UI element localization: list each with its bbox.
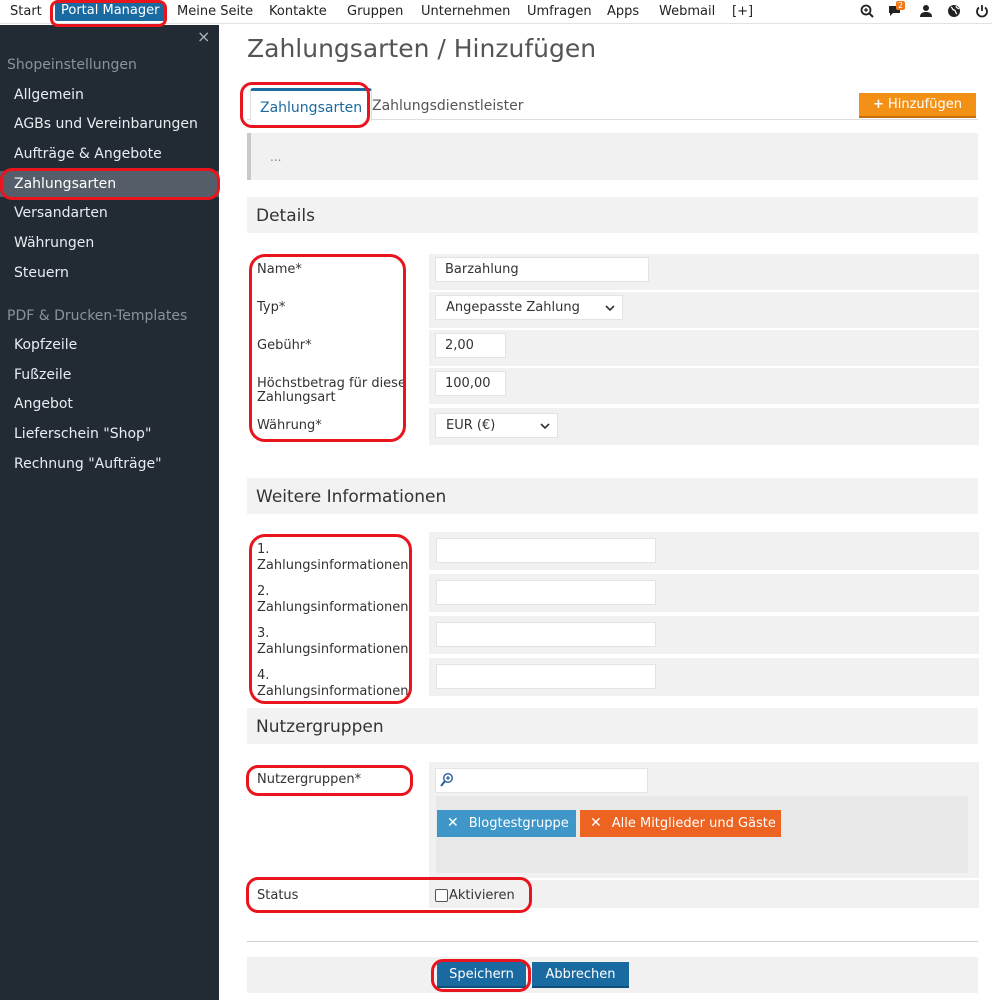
max-label: Höchstbetrag für diese Zahlungsart bbox=[257, 377, 406, 405]
remove-icon[interactable]: ✕ bbox=[447, 815, 459, 831]
info-input-1[interactable] bbox=[436, 538, 656, 563]
sidebar-section-pdf: PDF & Drucken-Templates bbox=[7, 308, 188, 324]
nav-gruppen[interactable]: Gruppen bbox=[347, 4, 403, 19]
activate-label[interactable]: Aktivieren bbox=[449, 889, 515, 903]
tag-blogtestgruppe[interactable]: ✕ Blogtestgruppe bbox=[437, 810, 576, 837]
nav-portal-manager[interactable]: Portal Manager bbox=[55, 2, 166, 21]
info-input-2[interactable] bbox=[436, 580, 656, 605]
save-button[interactable]: Speichern bbox=[437, 962, 526, 988]
sidebar-item-agbs[interactable]: AGBs und Vereinbarungen bbox=[0, 111, 219, 137]
nav-kontakte[interactable]: Kontakte bbox=[269, 4, 327, 19]
remove-icon[interactable]: ✕ bbox=[590, 815, 602, 831]
info-label-3-num: 3. bbox=[257, 626, 270, 641]
search-plus-icon[interactable] bbox=[860, 4, 874, 18]
info-label-4-num: 4. bbox=[257, 668, 270, 683]
info-input-4[interactable] bbox=[436, 664, 656, 689]
info-label-2-text: Zahlungsinformationen bbox=[257, 600, 409, 615]
divider bbox=[247, 941, 978, 942]
nav-umfragen[interactable]: Umfragen bbox=[527, 4, 592, 19]
info-label-4-text: Zahlungsinformationen bbox=[257, 684, 409, 699]
info-label-1-num: 1. bbox=[257, 542, 270, 557]
more-info-heading: Weitere Informationen bbox=[247, 478, 978, 514]
chevron-down-icon bbox=[539, 417, 551, 430]
tab-zahlungsdienstleister[interactable]: Zahlungsdienstleister bbox=[372, 98, 523, 114]
user-groups-search-input[interactable] bbox=[435, 768, 648, 793]
user-groups-heading: Nutzergruppen bbox=[247, 708, 978, 744]
currency-label: Währung* bbox=[257, 418, 322, 433]
nav-unternehmen[interactable]: Unternehmen bbox=[421, 4, 510, 19]
type-label: Typ* bbox=[257, 300, 286, 315]
sidebar-item-auftraege[interactable]: Aufträge & Angebote bbox=[0, 141, 219, 167]
info-label-4: 4. Zahlungsinformationen bbox=[257, 669, 409, 699]
tag-label: Blogtestgruppe bbox=[468, 816, 569, 831]
tag-label: Alle Mitglieder und Gäste bbox=[611, 816, 776, 831]
name-input[interactable]: Barzahlung bbox=[435, 257, 649, 282]
sidebar-section-shop: Shopeinstellungen bbox=[7, 57, 137, 73]
sidebar-item-zahlungsarten[interactable]: Zahlungsarten bbox=[0, 171, 219, 197]
search-plus-icon bbox=[439, 772, 455, 788]
sidebar-item-steuern[interactable]: Steuern bbox=[0, 260, 219, 286]
nav-add[interactable]: [+] bbox=[732, 4, 753, 19]
info-label-1: 1. Zahlungsinformationen bbox=[257, 543, 409, 573]
max-label-line2: Zahlungsart bbox=[257, 390, 336, 405]
nav-apps[interactable]: Apps bbox=[607, 4, 639, 19]
currency-select[interactable]: EUR (€) bbox=[435, 413, 558, 438]
sidebar-item-angebot[interactable]: Angebot bbox=[0, 391, 219, 417]
power-icon[interactable] bbox=[975, 4, 989, 18]
type-select-value: Angepasste Zahlung bbox=[446, 300, 580, 315]
user-groups-heading-text: Nutzergruppen bbox=[256, 717, 384, 737]
row-max bbox=[429, 368, 979, 404]
nav-start[interactable]: Start bbox=[10, 4, 42, 19]
user-groups-label: Nutzergruppen* bbox=[257, 772, 362, 787]
sidebar-item-lieferschein[interactable]: Lieferschein "Shop" bbox=[0, 421, 219, 447]
tab-zahlungsarten[interactable]: Zahlungsarten bbox=[250, 88, 373, 121]
type-select[interactable]: Angepasste Zahlung bbox=[435, 295, 623, 320]
max-input[interactable]: 100,00 bbox=[435, 371, 506, 396]
chat-icon[interactable]: 2 bbox=[888, 1, 906, 18]
add-button[interactable]: + Hinzufügen bbox=[859, 93, 976, 118]
currency-select-value: EUR (€) bbox=[446, 418, 496, 433]
sidebar-item-fusszeile[interactable]: Fußzeile bbox=[0, 362, 219, 388]
description-box: ... bbox=[247, 133, 978, 180]
cancel-button[interactable]: Abbrechen bbox=[532, 962, 629, 988]
fee-label: Gebühr* bbox=[257, 338, 312, 353]
details-heading: Details bbox=[247, 197, 978, 233]
sidebar-item-versandarten[interactable]: Versandarten bbox=[0, 200, 219, 226]
plus-icon: + bbox=[873, 97, 884, 112]
nav-meine-seite[interactable]: Meine Seite bbox=[177, 4, 253, 19]
sidebar-item-waehrungen[interactable]: Währungen bbox=[0, 230, 219, 256]
chevron-down-icon bbox=[604, 299, 616, 312]
name-label: Name* bbox=[257, 262, 302, 277]
info-label-3: 3. Zahlungsinformationen bbox=[257, 627, 409, 657]
sidebar: × Shopeinstellungen Allgemein AGBs und V… bbox=[0, 25, 219, 1000]
max-label-line1: Höchstbetrag für diese bbox=[257, 376, 406, 391]
page-title: Zahlungsarten / Hinzufügen bbox=[247, 34, 597, 63]
close-icon[interactable]: × bbox=[197, 27, 210, 46]
tag-alle-mitglieder[interactable]: ✕ Alle Mitglieder und Gäste bbox=[580, 810, 781, 837]
add-button-label: Hinzufügen bbox=[887, 97, 962, 112]
more-info-heading-text: Weitere Informationen bbox=[256, 487, 447, 507]
nav-webmail[interactable]: Webmail bbox=[659, 4, 715, 19]
status-label: Status bbox=[257, 888, 299, 903]
user-icon[interactable] bbox=[919, 4, 933, 18]
sidebar-item-rechnung[interactable]: Rechnung "Aufträge" bbox=[0, 451, 219, 477]
row-fee bbox=[429, 330, 979, 366]
sidebar-item-allgemein[interactable]: Allgemein bbox=[0, 82, 219, 108]
info-label-3-text: Zahlungsinformationen bbox=[257, 642, 409, 657]
details-heading-text: Details bbox=[256, 206, 315, 226]
info-label-2-num: 2. bbox=[257, 584, 270, 599]
info-input-3[interactable] bbox=[436, 622, 656, 647]
fee-input[interactable]: 2,00 bbox=[435, 333, 506, 358]
description-text: ... bbox=[270, 150, 282, 164]
globe-icon[interactable] bbox=[947, 4, 961, 18]
info-label-2: 2. Zahlungsinformationen bbox=[257, 585, 409, 615]
info-label-1-text: Zahlungsinformationen bbox=[257, 558, 409, 573]
chat-badge: 2 bbox=[896, 1, 906, 10]
activate-checkbox[interactable] bbox=[435, 889, 448, 902]
sidebar-item-kopfzeile[interactable]: Kopfzeile bbox=[0, 332, 219, 358]
top-navigation: Start Portal Manager Meine Seite Kontakt… bbox=[0, 0, 992, 24]
